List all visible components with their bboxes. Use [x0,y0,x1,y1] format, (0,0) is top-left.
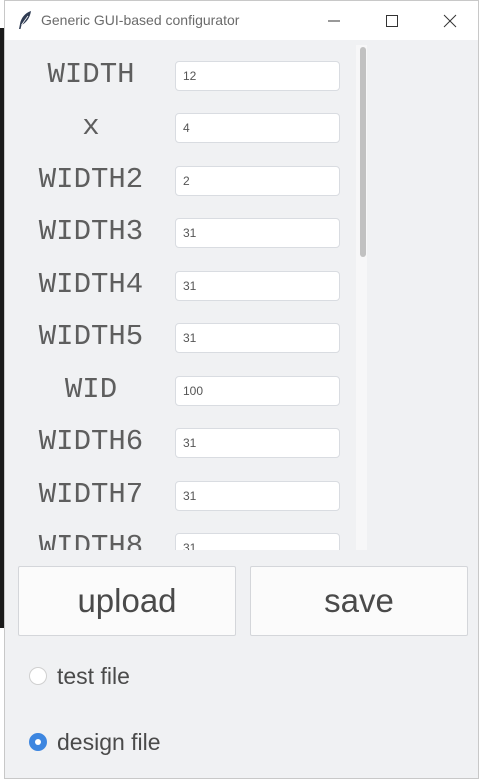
width3-input[interactable] [175,218,340,248]
wid-input[interactable] [175,376,340,406]
field-label: WIDTH7 [38,478,144,511]
width7-input[interactable] [175,481,340,511]
width2-input[interactable] [175,166,340,196]
maximize-button[interactable] [363,1,421,40]
radio-test-file[interactable]: test file [29,661,229,691]
minimize-icon [328,20,340,22]
field-row-wid: WID [13,363,343,416]
field-row-width8: WIDTH8 [13,520,343,550]
x-input[interactable] [175,113,340,143]
close-button[interactable] [421,1,479,40]
radio-unchecked-icon[interactable] [29,667,47,685]
close-icon [443,14,457,28]
field-row-width7: WIDTH7 [13,468,343,521]
field-label: WIDTH6 [38,425,144,458]
field-row-width: WIDTH [13,48,343,101]
radio-design-file[interactable]: design file [29,727,229,757]
radio-label: test file [57,663,130,689]
title-bar[interactable]: Generic GUI-based configurator [5,1,478,40]
upload-button[interactable]: upload [18,566,236,636]
field-row-width6: WIDTH6 [13,415,343,468]
width-input[interactable] [175,61,340,91]
field-row-width5: WIDTH5 [13,310,343,363]
field-label: WIDTH8 [38,530,144,550]
window-title: Generic GUI-based configurator [41,12,240,28]
field-label: x [82,110,100,143]
vertical-scrollbar[interactable] [356,45,367,550]
feather-icon [17,10,33,30]
field-label: WIDTH2 [38,163,144,196]
field-label: WIDTH5 [38,320,144,353]
radio-checked-icon[interactable] [29,733,47,751]
width6-input[interactable] [175,428,340,458]
minimize-button[interactable] [305,1,363,40]
maximize-icon [386,15,398,27]
field-row-width4: WIDTH4 [13,258,343,311]
field-row-width3: WIDTH3 [13,205,343,258]
field-label: WIDTH [47,58,135,91]
width5-input[interactable] [175,323,340,353]
radio-label: design file [57,729,161,755]
width8-input[interactable] [175,533,340,550]
field-label: WIDTH3 [38,215,144,248]
field-label: WIDTH4 [38,268,144,301]
configurator-window: Generic GUI-based configurator WIDTH x [4,0,479,779]
field-label: WID [64,373,118,406]
save-button[interactable]: save [250,566,468,636]
scrollbar-thumb[interactable] [360,47,366,257]
fields-scroll-area[interactable]: WIDTH x WIDTH2 WIDTH3 WIDTH4 WIDTH5 WID [13,45,367,550]
field-row-x: x [13,100,343,153]
field-row-width2: WIDTH2 [13,153,343,206]
width4-input[interactable] [175,271,340,301]
